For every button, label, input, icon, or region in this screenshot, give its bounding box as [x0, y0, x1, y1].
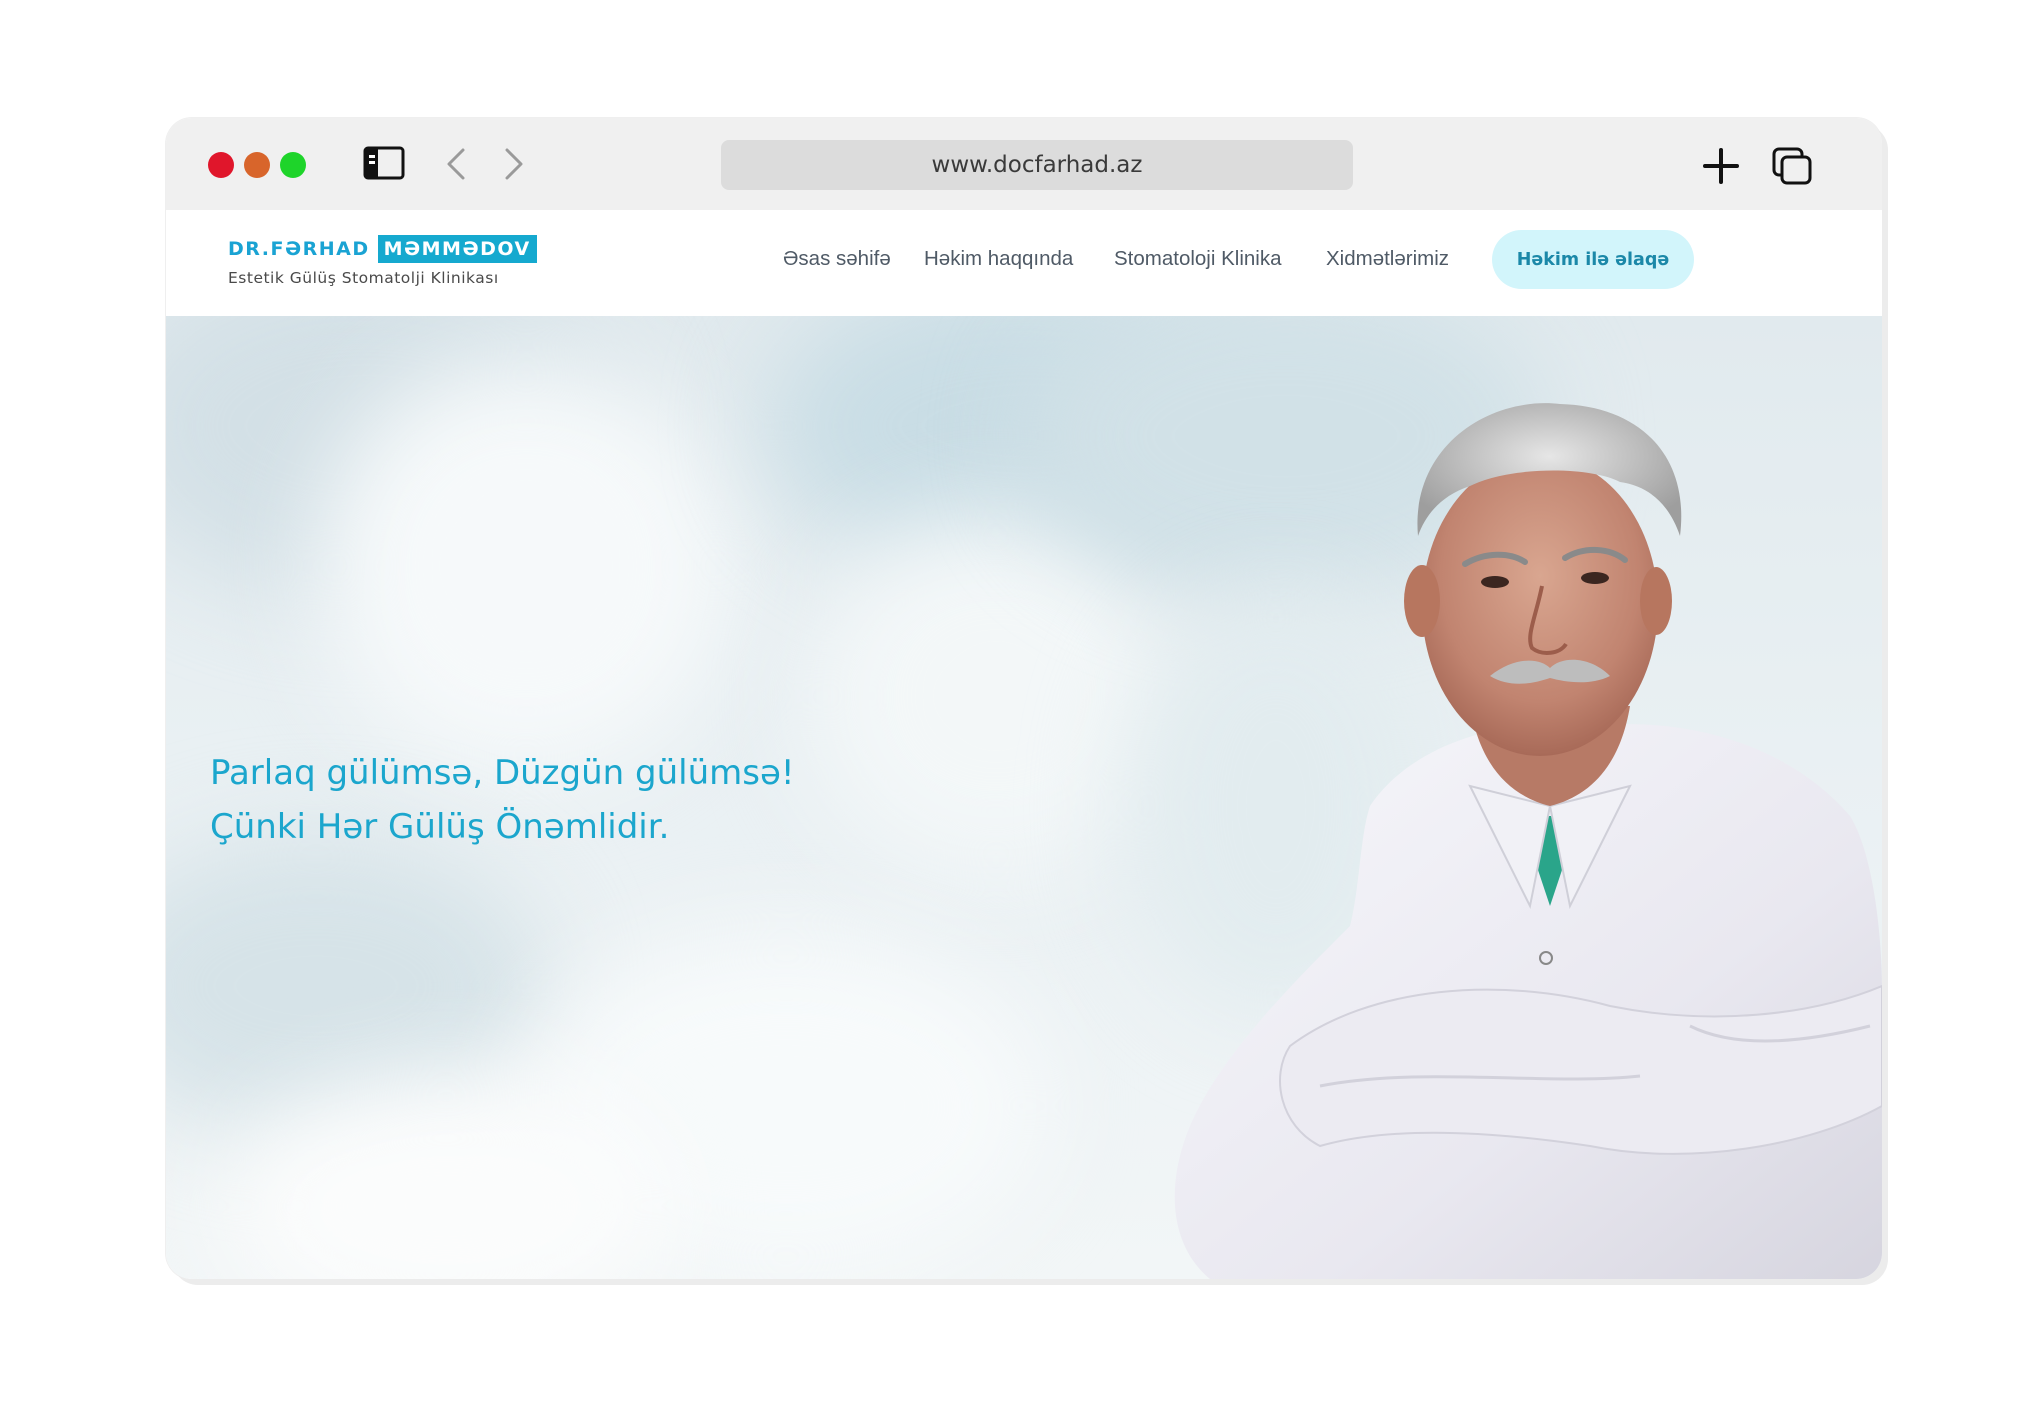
minimize-window-button[interactable] [244, 152, 270, 178]
hero-section: Parlaq gülümsə, Düzgün gülümsə! Çünki Hə… [166, 316, 1882, 1279]
logo-subtitle: Estetik Gülüş Stomatolji Klinikası [228, 269, 499, 287]
nav-clinic[interactable]: Stomatoloji Klinika [1114, 247, 1282, 271]
chevron-right-icon[interactable] [501, 144, 527, 184]
chevron-left-icon[interactable] [443, 144, 469, 184]
nav-about-doctor[interactable]: Həkim haqqında [924, 247, 1073, 271]
browser-toolbar: www.docfarhad.az [166, 118, 1882, 210]
plus-icon[interactable] [1701, 146, 1741, 186]
logo-first-name: DR.FƏRHAD [228, 238, 370, 260]
address-bar[interactable]: www.docfarhad.az [721, 140, 1353, 190]
nav-services[interactable]: Xidmətlərimiz [1326, 247, 1449, 271]
doctor-portrait [1174, 403, 1882, 1279]
hero-headline: Parlaq gülümsə, Düzgün gülümsə! Çünki Hə… [210, 746, 795, 854]
maximize-window-button[interactable] [280, 152, 306, 178]
logo-last-name: MƏMMƏDOV [377, 235, 537, 263]
hero-headline-line-2: Çünki Hər Gülüş Önəmlidir. [210, 807, 670, 847]
address-bar-url: www.docfarhad.az [931, 152, 1143, 178]
tabs-icon[interactable] [1771, 146, 1813, 186]
contact-doctor-button[interactable]: Həkim ilə əlaqə [1492, 230, 1694, 289]
close-window-button[interactable] [208, 152, 234, 178]
hero-headline-line-1: Parlaq gülümsə, Düzgün gülümsə! [210, 753, 795, 793]
site-header: DR.FƏRHAD MƏMMƏDOV Estetik Gülüş Stomato… [166, 210, 1882, 316]
site-logo[interactable]: DR.FƏRHAD MƏMMƏDOV Estetik Gülüş Stomato… [228, 233, 537, 287]
browser-window: www.docfarhad.az DR.FƏRHAD MƏMMƏDOV Este… [166, 118, 1882, 1279]
sidebar-icon[interactable] [363, 146, 405, 180]
nav-home[interactable]: Əsas səhifə [783, 247, 891, 271]
